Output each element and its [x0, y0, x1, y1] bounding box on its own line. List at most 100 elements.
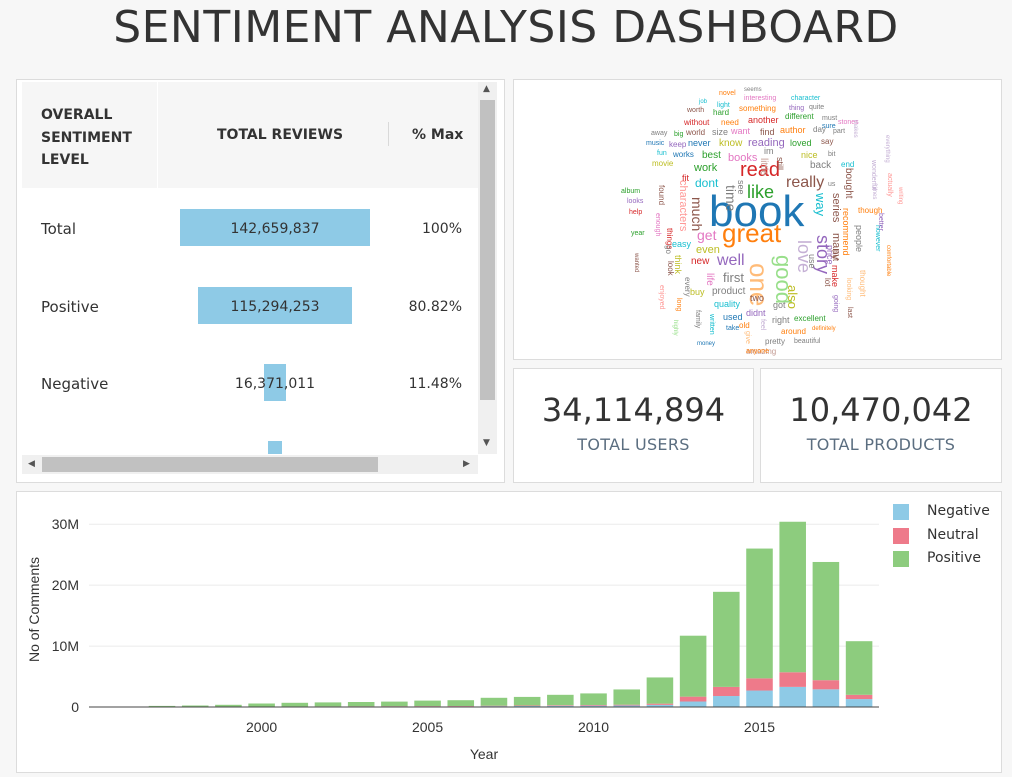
bar-neutral-2014 [713, 686, 740, 697]
legend-swatch-neutral [893, 527, 909, 544]
word-anyone: anyone [746, 348, 769, 355]
word-enjoyed: enjoyed [658, 285, 665, 310]
word-better: better [877, 213, 884, 231]
word-old: old [739, 321, 750, 330]
bar-positive-2010 [580, 693, 607, 705]
bar-negative-2017 [812, 689, 840, 707]
bar-positive-2015 [746, 548, 773, 679]
word-take: take [726, 325, 740, 332]
word-life: life [704, 273, 715, 286]
bar-positive-2018 [845, 641, 873, 695]
kpi-card-total-products: 10,470,042 TOTAL PRODUCTS [760, 368, 1002, 483]
word-back: back [810, 160, 832, 171]
word-hard: hard [713, 108, 730, 117]
word-definitely: definitely [812, 326, 836, 332]
word-right: right [772, 315, 790, 325]
comments-by-year-chart-panel: 0 10M 20M 30M 2000 2005 2010 2015 Year No of Comm… [16, 491, 1002, 773]
word-like: like [747, 182, 775, 202]
word-found: found [657, 185, 666, 206]
legend-swatch-positive [893, 551, 909, 567]
word-music: music [646, 140, 665, 147]
word-first: first [723, 270, 744, 285]
word-works: works [673, 150, 694, 159]
scroll-down-icon[interactable]: ▼ [483, 438, 490, 448]
word-author: author [780, 125, 806, 135]
word-family: family [694, 310, 701, 329]
word-bought: bought [843, 168, 854, 199]
word-best: best [702, 150, 721, 161]
column-header-level[interactable]: OVERALL SENTIMENT LEVEL [41, 104, 151, 172]
bar-neutral-2012 [646, 703, 674, 705]
word-year: year [631, 230, 645, 237]
scroll-up-icon[interactable]: ▲ [483, 84, 490, 94]
word-recommend: recommend [841, 208, 851, 256]
word-actually: actually [886, 173, 893, 197]
word-written: written [708, 314, 715, 335]
word-got: got [773, 300, 786, 310]
word-around: around [781, 327, 806, 336]
scroll-right-icon[interactable]: ▶ [463, 459, 470, 469]
horizontal-scroll-thumb[interactable] [42, 457, 378, 472]
word-bit: bit [828, 151, 836, 158]
word-money: money [697, 341, 716, 347]
y-axis-title: No of Comments [26, 557, 42, 662]
horizontal-scrollbar[interactable]: ◀ ▶ [22, 455, 478, 474]
legend-swatch-negative [893, 504, 909, 520]
bar-negative-2018 [845, 699, 873, 707]
comments-by-year-chart: 0 10M 20M 30M 2000 2005 2010 2015 Year No of Comm… [26, 516, 879, 762]
word-books: books [728, 152, 758, 164]
word-different: different [785, 112, 814, 121]
bar-negative-2015 [746, 690, 773, 707]
word-size: size [712, 127, 729, 137]
word-series: series [830, 193, 842, 223]
bar-positive-2008 [513, 696, 541, 706]
y-tick-label: 30M [52, 516, 79, 532]
word-long: long [675, 298, 682, 312]
word-get: get [697, 227, 717, 243]
bar-positive-2004 [381, 701, 408, 707]
bar-positive-2006 [447, 700, 475, 706]
word-another: another [748, 115, 779, 125]
vertical-scroll-thumb[interactable] [480, 100, 495, 400]
word-lot: lot [823, 278, 832, 287]
word-beautiful: beautiful [794, 338, 821, 345]
x-axis-title: Year [470, 746, 499, 762]
word-two: two [750, 293, 765, 303]
bar-neutral-2013 [679, 696, 707, 702]
row-label-total: Total [41, 220, 77, 238]
y-tick-label: 10M [52, 638, 79, 654]
word-thought: thought [858, 270, 867, 297]
scroll-left-icon[interactable]: ◀ [28, 459, 35, 469]
bar-positive-2005 [414, 700, 441, 707]
word-end: end [841, 160, 855, 169]
bar-positive-2011 [613, 689, 641, 705]
word-album: album [621, 188, 641, 195]
word-last: last [846, 307, 853, 318]
word-must: must [822, 115, 838, 122]
word-looks: looks [627, 198, 644, 205]
y-tick-label: 20M [52, 577, 79, 593]
word-away: away [651, 130, 668, 137]
kpi-label-total-users: TOTAL USERS [577, 435, 690, 454]
bar-neutral-2016 [779, 672, 806, 687]
word-comfortable: comfortable [885, 245, 891, 277]
word-character: character [791, 95, 821, 102]
word-big: big [674, 131, 684, 138]
column-header-total-reviews[interactable]: TOTAL REVIEWS [217, 127, 343, 143]
word-also: also [785, 285, 800, 309]
bar-positive-2014 [713, 591, 740, 687]
word-job: job [699, 99, 708, 105]
bar-positive-2007 [480, 697, 508, 706]
word-product: product [712, 286, 746, 297]
word-look: look [666, 261, 675, 276]
x-tick-label: 2015 [744, 719, 775, 735]
vertical-scrollbar[interactable]: ▲ ▼ [478, 82, 497, 454]
word-still: still [775, 157, 785, 170]
word-give: give [744, 331, 751, 344]
column-header-pct-max[interactable]: % Max [412, 127, 463, 143]
bar-neutral-2018 [845, 694, 873, 700]
x-tick-label: 2005 [412, 719, 443, 735]
word-looking: looking [845, 278, 852, 301]
bar-neutral-2010 [580, 704, 607, 706]
page-title: SENTIMENT ANALYSIS DASHBOARD [113, 2, 899, 53]
